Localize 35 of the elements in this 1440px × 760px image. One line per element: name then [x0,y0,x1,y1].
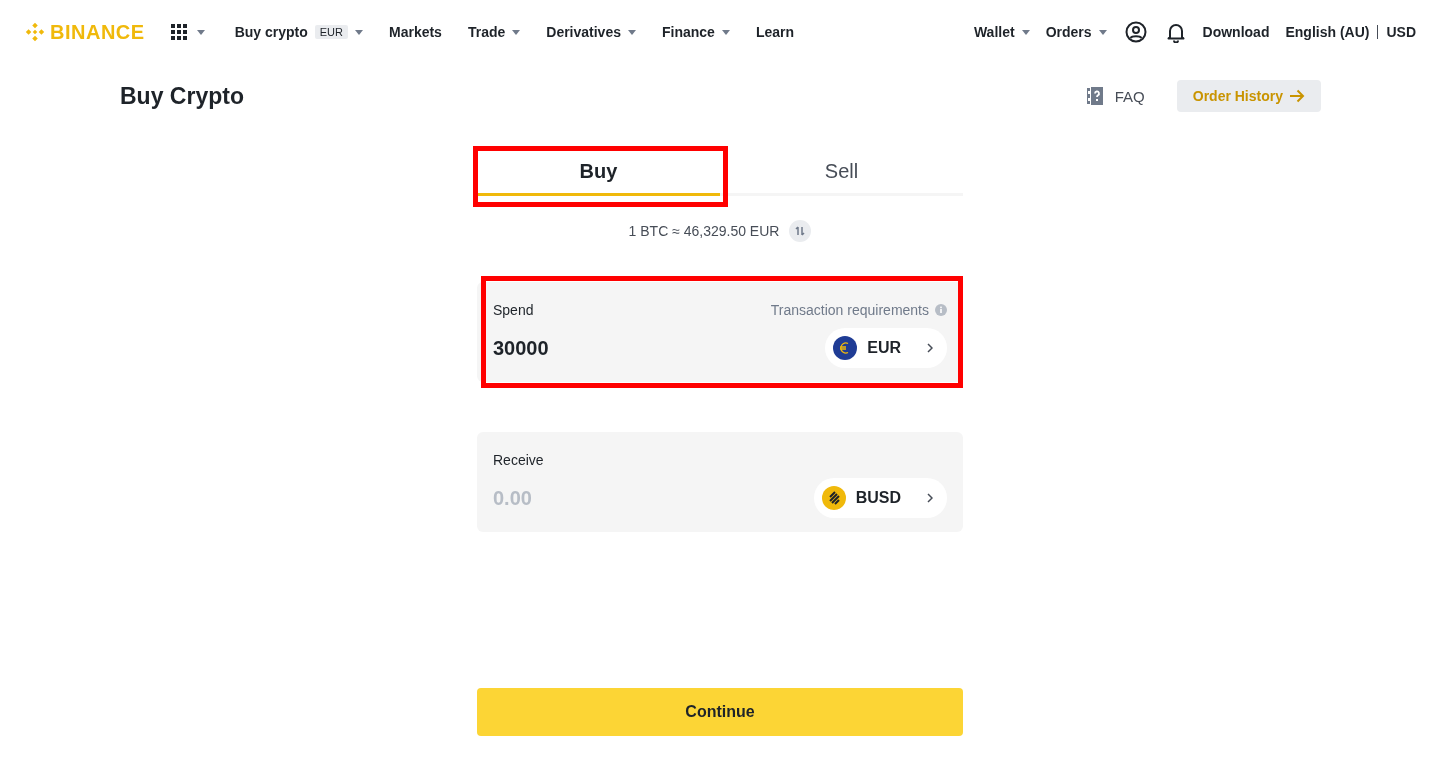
chevron-right-icon [927,493,933,503]
apps-menu-button[interactable] [170,24,205,40]
user-profile-icon[interactable] [1124,21,1147,43]
nav-menu-item[interactable]: Wallet [973,24,1030,40]
exchange-rate: 1 BTC ≈ 46,329.50 EUR [628,223,780,239]
amount-input[interactable]: 0.00 [493,486,814,510]
question-book-icon [1086,87,1103,105]
tab[interactable]: Sell [720,150,963,196]
nav-menu-item[interactable]: Finance [662,24,730,40]
arrow-right-icon [1289,89,1305,103]
chevron-right-icon [927,343,933,353]
page-title: Buy Crypto [120,82,244,110]
download-link[interactable]: Download [1202,24,1270,40]
currency-selector[interactable]: USD [1386,24,1416,40]
faq-link[interactable]: FAQ [1086,87,1145,105]
currency-selector[interactable]: BUSD [813,478,947,518]
nav-menu-item[interactable]: Buy crypto EUR [234,24,363,40]
busd-coin-icon [821,486,846,510]
field-label: Spend [493,302,535,318]
continue-button[interactable]: Continue [477,688,963,736]
currency-badge: EUR [314,25,348,39]
amount-input[interactable]: 30000 [493,336,826,360]
language-selector[interactable]: English (AU) [1285,24,1370,40]
caret-icon [196,29,205,35]
swap-icon[interactable] [789,220,812,242]
tab[interactable]: Buy [477,150,720,196]
nav-menu-item[interactable]: Trade [467,24,521,40]
transaction-requirements-link[interactable]: Transaction requirements [770,302,929,318]
nav-menu-item[interactable]: Derivatives [546,24,636,40]
nav-menu-item[interactable]: Markets [389,24,442,40]
currency-selector[interactable]: EUR [825,328,947,368]
nav-menu-item[interactable]: Orders [1045,24,1107,40]
field-label: Receive [493,452,545,468]
nav-menu-item[interactable]: Learn [755,24,794,40]
euro-coin-icon [833,336,858,360]
